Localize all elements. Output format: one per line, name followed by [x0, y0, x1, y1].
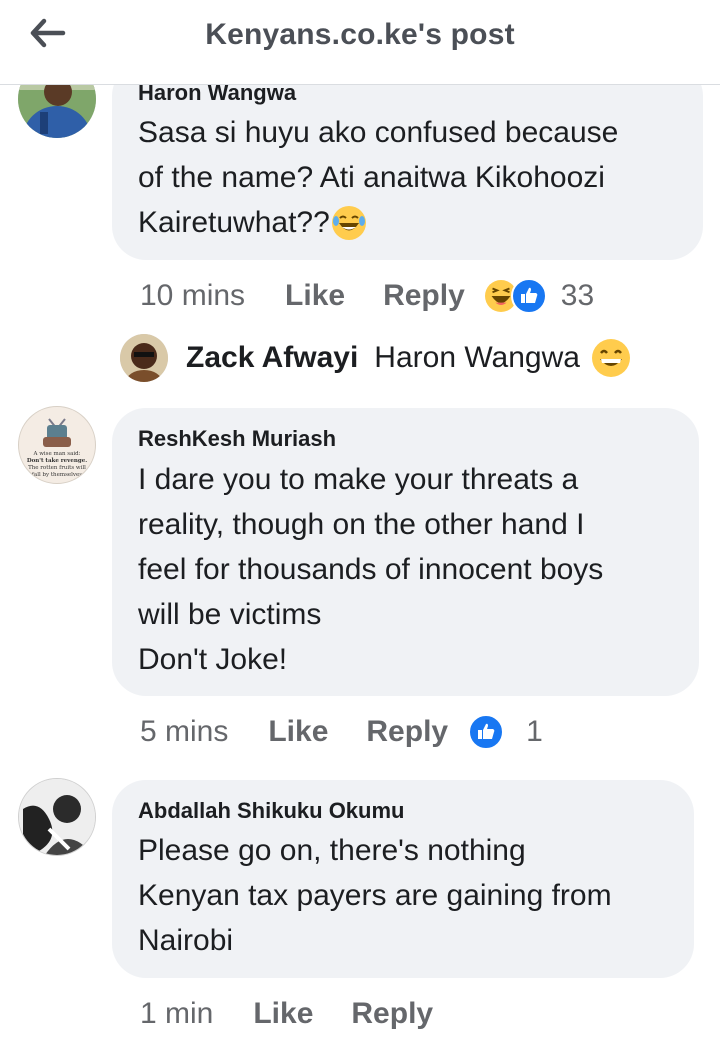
like-icon	[510, 278, 547, 314]
comment-author[interactable]: Abdallah Shikuku Okumu	[138, 798, 404, 824]
like-button[interactable]: Like	[268, 715, 328, 749]
comment-line: Kenyan tax payers are gaining from	[138, 879, 612, 912]
comment-meta: 1 min Like Reply	[140, 994, 433, 1034]
page-title: Kenyans.co.ke's post	[205, 18, 515, 51]
reaction-summary[interactable]: 1	[468, 714, 543, 750]
avatar-caption: fall by themselves	[31, 472, 83, 478]
reply-button[interactable]: Reply	[366, 715, 448, 749]
reaction-count: 33	[560, 279, 595, 312]
laughing-tears-emoji-icon	[331, 205, 366, 240]
avatar[interactable]	[120, 334, 168, 382]
comment-line: Sasa si huyu ako confused because	[138, 116, 619, 149]
comment-line: Kairetuwhat??	[138, 206, 330, 239]
top-bar: Kenyans.co.ke's post	[0, 0, 720, 85]
reaction-summary[interactable]: 33	[484, 278, 595, 314]
comment-text: I dare you to make your threats a realit…	[138, 457, 603, 682]
reply-preview[interactable]: Zack Afwayi Haron Wangwa	[120, 333, 630, 383]
comment-meta: 5 mins Like Reply 1	[140, 712, 543, 752]
avatar[interactable]: A wise man said: Don't take revenge. The…	[18, 406, 96, 484]
comment-line: of the name? Ati anaitwa Kikohoozi	[138, 161, 605, 194]
comment-line: will be victims	[138, 598, 322, 631]
comment-meta: 10 mins Like Reply 33	[140, 276, 594, 316]
like-button[interactable]: Like	[253, 997, 313, 1031]
comment-line: Please go on, there's nothing	[138, 834, 526, 867]
comment-author[interactable]: ReshKesh Muriash	[138, 426, 336, 452]
reaction-count: 1	[526, 715, 543, 748]
comment-time: 1 min	[140, 997, 214, 1030]
avatar[interactable]	[18, 778, 96, 856]
reply-author[interactable]: Zack Afwayi	[186, 341, 358, 375]
comment-line: Don't Joke!	[138, 643, 288, 676]
avatar-caption: Don't take revenge.	[26, 458, 88, 464]
comment-text: Sasa si huyu ako confused because of the…	[138, 110, 618, 245]
like-icon	[468, 714, 505, 750]
like-button[interactable]: Like	[285, 279, 345, 313]
comment-time: 10 mins	[140, 279, 246, 312]
reply-text: Haron Wangwa	[374, 341, 580, 374]
comment-time: 5 mins	[140, 715, 229, 748]
reply-button[interactable]: Reply	[383, 279, 465, 313]
comment-text: Please go on, there's nothing Kenyan tax…	[138, 828, 612, 963]
avatar-caption: A wise man said:	[33, 451, 81, 457]
avatar-caption: The rotten fruits will	[28, 465, 86, 471]
comment-line: Nairobi	[138, 924, 234, 957]
comment-line: feel for thousands of innocent boys	[138, 553, 604, 586]
comment-line: reality, though on the other hand I	[138, 508, 585, 541]
grinning-emoji-icon	[591, 339, 630, 377]
comment-line: I dare you to make your threats a	[138, 463, 579, 496]
reply-button[interactable]: Reply	[351, 997, 433, 1031]
